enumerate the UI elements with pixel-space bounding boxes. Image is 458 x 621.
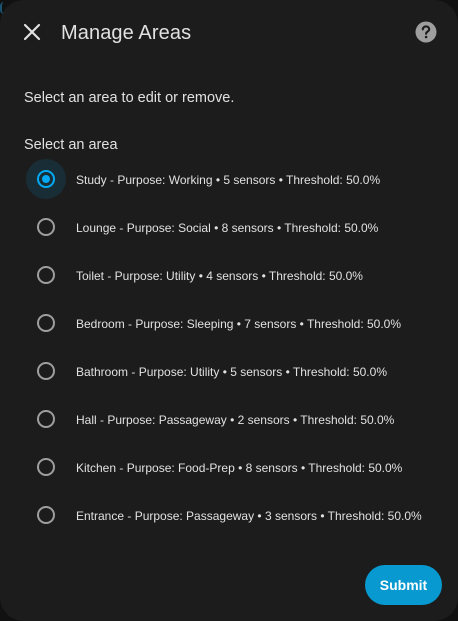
area-option[interactable]: Study - Purpose: Working • 5 sensors • T… [0, 157, 458, 205]
area-option[interactable]: Hall - Purpose: Passageway • 2 sensors •… [0, 397, 458, 445]
area-option-label: Bedroom - Purpose: Sleeping • 7 sensors … [76, 317, 402, 331]
radio-unchecked[interactable] [37, 362, 55, 380]
area-option-label: Entrance - Purpose: Passageway • 3 senso… [76, 509, 422, 523]
area-option[interactable]: Bathroom - Purpose: Utility • 5 sensors … [0, 349, 458, 397]
area-option[interactable]: Entrance - Purpose: Passageway • 3 senso… [0, 493, 458, 541]
area-option-label: Hall - Purpose: Passageway • 2 sensors •… [76, 413, 395, 427]
manage-areas-dialog: Manage Areas Select an area to edit or r… [0, 0, 458, 621]
radio-unchecked[interactable] [37, 410, 55, 428]
area-group-label: Select an area [24, 137, 118, 153]
area-option-label: Study - Purpose: Working • 5 sensors • T… [76, 173, 381, 187]
dialog-description: Select an area to edit or remove. [24, 90, 235, 106]
help-circle-icon [415, 21, 437, 48]
area-option[interactable]: Bedroom - Purpose: Sleeping • 7 sensors … [0, 301, 458, 349]
radio-unchecked[interactable] [37, 314, 55, 332]
area-radio-group: Study - Purpose: Working • 5 sensors • T… [0, 157, 458, 541]
close-button[interactable] [18, 20, 46, 48]
radio-checked[interactable] [37, 170, 55, 188]
radio-unchecked[interactable] [37, 218, 55, 236]
radio-unchecked[interactable] [37, 266, 55, 284]
area-option[interactable]: Toilet - Purpose: Utility • 4 sensors • … [0, 253, 458, 301]
radio-unchecked[interactable] [37, 458, 55, 476]
area-option-label: Toilet - Purpose: Utility • 4 sensors • … [76, 269, 363, 283]
area-option[interactable]: Lounge - Purpose: Social • 8 sensors • T… [0, 205, 458, 253]
area-option-label: Kitchen - Purpose: Food-Prep • 8 sensors… [76, 461, 403, 475]
area-option-label: Lounge - Purpose: Social • 8 sensors • T… [76, 221, 379, 235]
close-icon [23, 23, 41, 46]
submit-button[interactable]: Submit [365, 565, 442, 605]
radio-unchecked[interactable] [37, 506, 55, 524]
area-option-label: Bathroom - Purpose: Utility • 5 sensors … [76, 365, 387, 379]
help-button[interactable] [414, 21, 438, 48]
area-option[interactable]: Kitchen - Purpose: Food-Prep • 8 sensors… [0, 445, 458, 493]
dialog-header: Manage Areas [0, 0, 458, 68]
dialog-title: Manage Areas [61, 22, 192, 44]
